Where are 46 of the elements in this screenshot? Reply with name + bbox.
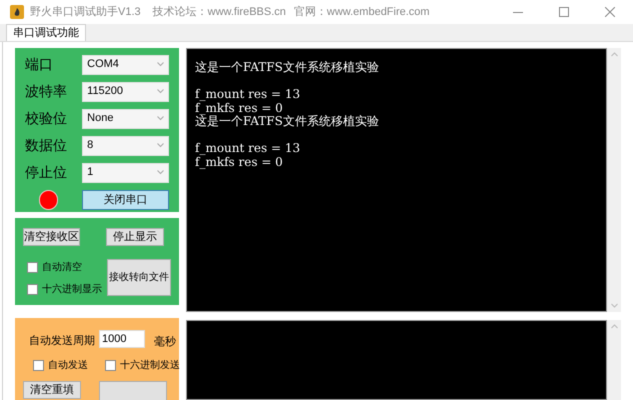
checkbox[interactable] [105, 360, 116, 371]
output-line: f_mount res = 13 [195, 88, 302, 102]
clear-refill-button[interactable]: 清空重填 [23, 381, 81, 399]
chevron-down-icon [157, 62, 164, 67]
chevron-down-icon [157, 170, 164, 175]
field-label: 校验位 [25, 109, 68, 128]
period-input[interactable]: 1000 [99, 330, 145, 348]
send-area[interactable] [186, 320, 607, 400]
maximize-icon[interactable] [559, 7, 569, 17]
dropdown[interactable]: 1 [82, 162, 169, 182]
stop-display-button[interactable]: 停止显示 [106, 228, 164, 246]
checkbox-label: 自动清空 [42, 260, 82, 275]
checkbox-label: 自动发送 [48, 359, 88, 373]
output-line: f_mkfs res = 0 [195, 102, 284, 115]
output-line: 这是一个FATFS文件系统移植实验 [195, 115, 380, 130]
output-line: f_mkfs res = 0 [195, 156, 284, 169]
receive-area[interactable]: 这是一个FATFS文件系统移植实验 f_mount res = 13 f_mkfs res = 0 这是一个FATFS文件系统移植实验 f_mount res = 13 f_mkfs res = 0 [186, 48, 607, 312]
chevron-down-icon [157, 143, 164, 148]
field-label: 自动发送周期 [29, 334, 95, 349]
output-line: f_mount res = 13 [195, 142, 302, 156]
window-title: 野火串口调试助手V1.3 [30, 4, 141, 20]
field-label: 端口 [25, 55, 54, 74]
checkbox-label: 十六进制显示 [42, 282, 102, 297]
dropdown[interactable]: 8 [82, 136, 169, 156]
checkbox[interactable] [33, 360, 44, 371]
unit-label: 毫秒 [154, 334, 176, 350]
forum-address: 技术论坛：www.fireBBS.cn [152, 4, 286, 20]
close-port-button[interactable]: 关闭串口 [82, 190, 169, 210]
tab[interactable]: 串口调试功能 [6, 24, 86, 41]
receive-to-file-button[interactable]: 接收转向文件 [107, 259, 171, 296]
scrollbar[interactable] [607, 320, 621, 400]
dropdown[interactable]: 115200 [82, 82, 169, 102]
clear-receive-button[interactable]: 清空接收区 [23, 228, 80, 246]
output-line: 这是一个FATFS文件系统移植实验 [195, 61, 380, 76]
checkbox[interactable] [27, 262, 38, 273]
field-label: 数据位 [25, 136, 68, 155]
dropdown[interactable]: None [82, 108, 169, 128]
field-label: 停止位 [25, 163, 68, 182]
dropdown[interactable]: COM4 [82, 54, 169, 74]
chevron-down-icon [157, 89, 164, 94]
close-icon[interactable] [605, 7, 615, 17]
chevron-down-icon [157, 116, 164, 121]
site-address: 官网：www.embedFire.com [294, 4, 430, 20]
field-label: 波特率 [25, 82, 68, 101]
flame-logo-icon [10, 5, 24, 19]
checkbox[interactable] [27, 284, 38, 295]
